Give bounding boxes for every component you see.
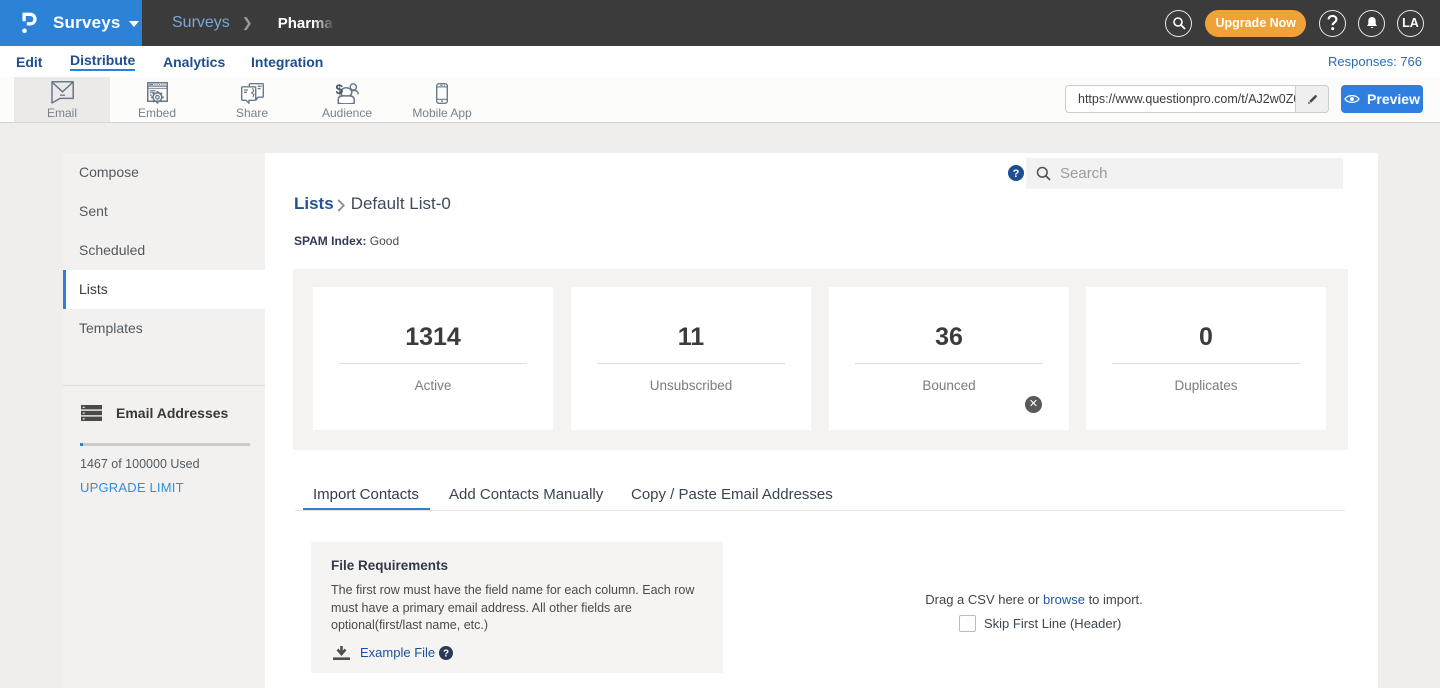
svg-text:?: ? <box>1013 168 1020 180</box>
svg-text:$: $ <box>336 82 344 97</box>
svg-text:?: ? <box>443 648 449 659</box>
